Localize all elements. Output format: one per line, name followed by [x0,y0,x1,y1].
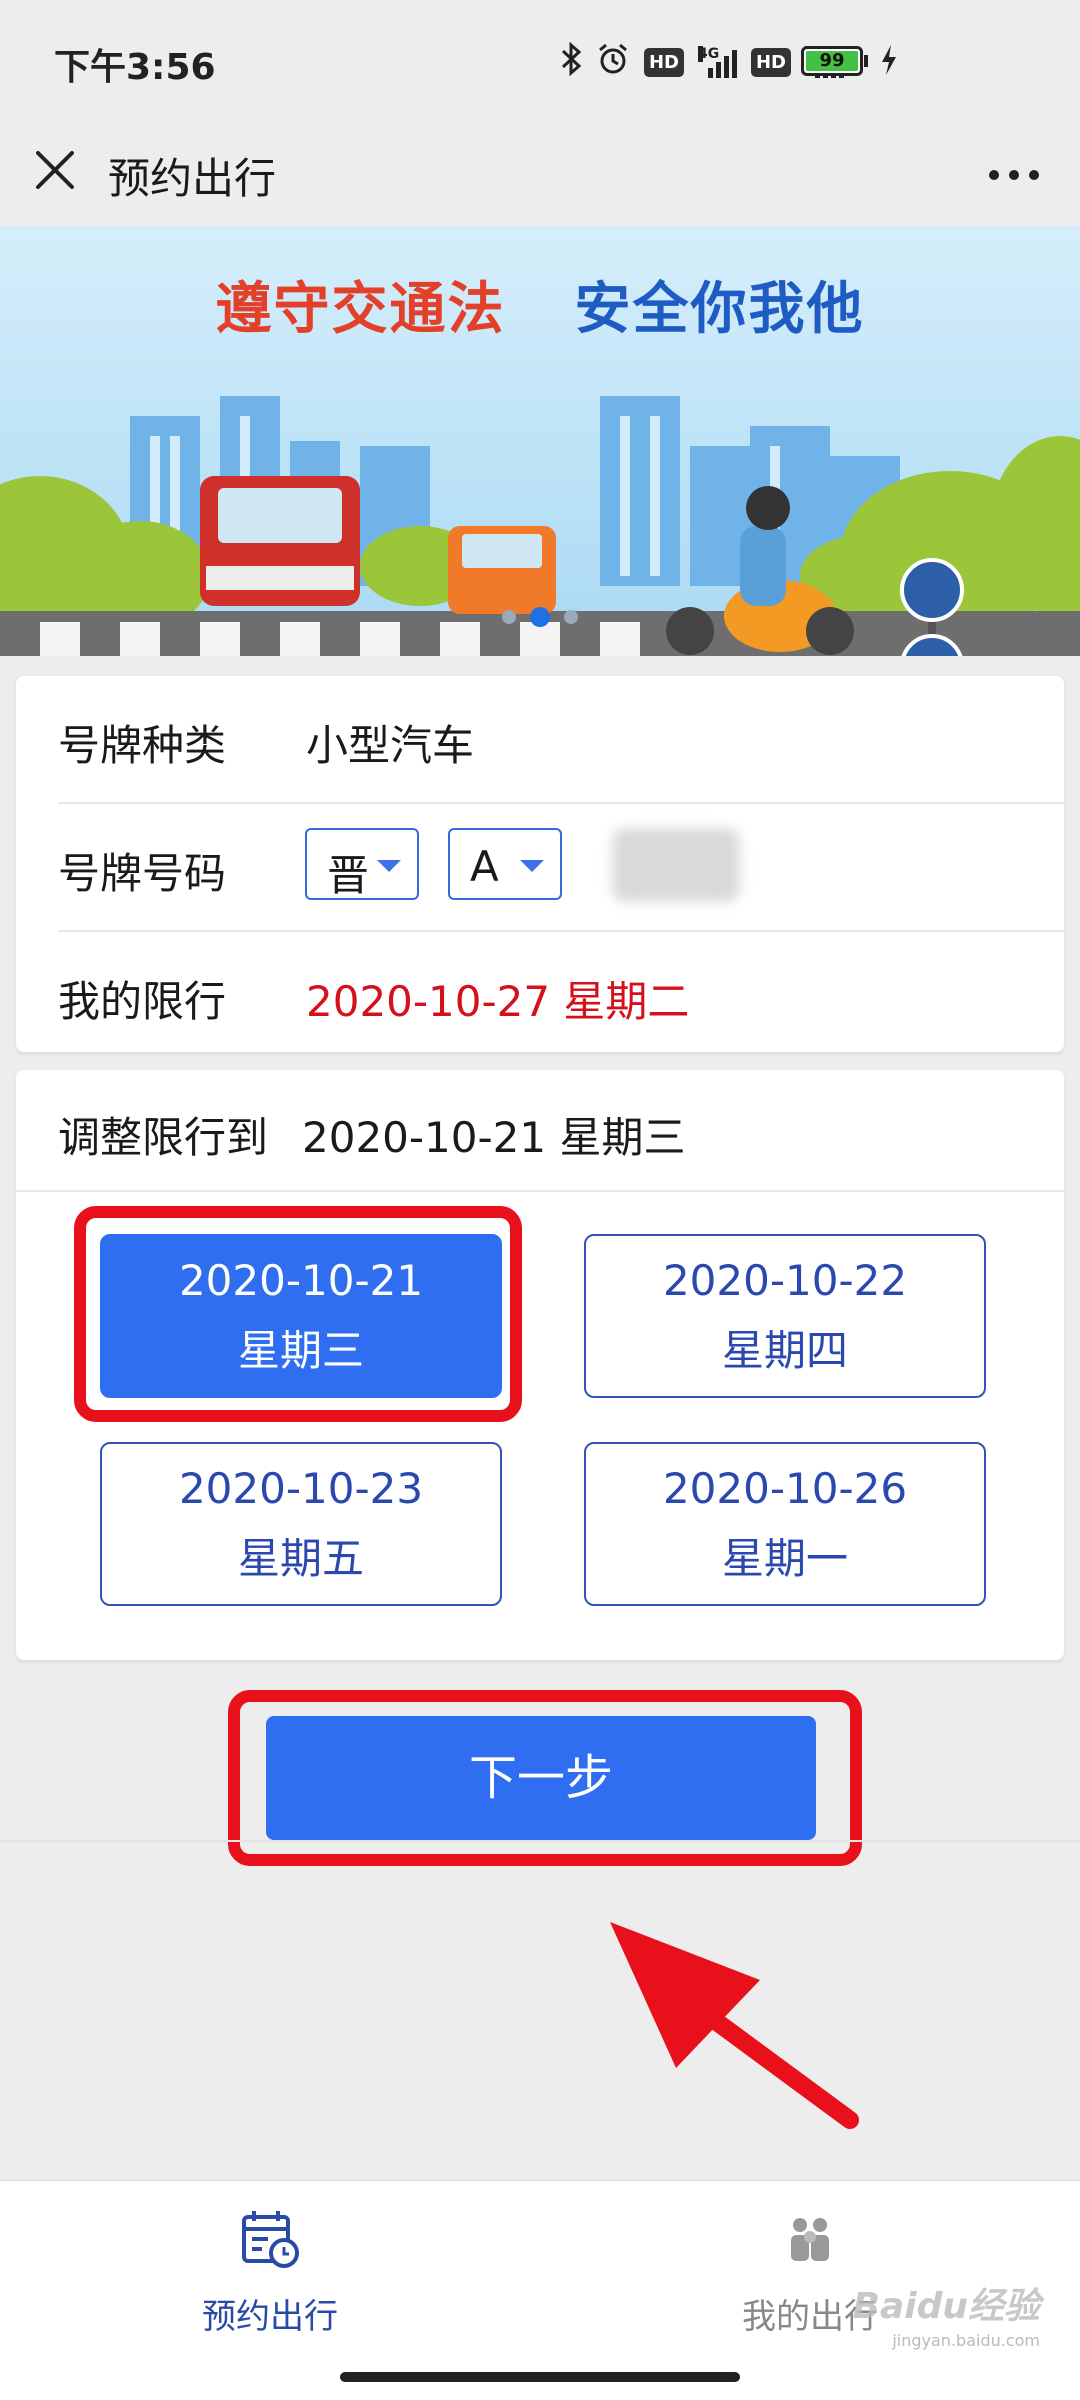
adjust-header: 调整限行到 2020-10-21 星期三 [58,1104,685,1165]
date-option-date: 2020-10-22 [662,1256,908,1305]
plate-type-value: 小型汽车 [306,721,475,770]
status-bar: 下午3:56 HD 4G HD 4G 99 [0,0,1080,125]
carousel-dot [502,610,516,624]
date-option-date: 2020-10-26 [662,1464,908,1513]
date-option-weekday: 星期五 [237,1534,364,1583]
adjust-label: 调整限行到 [58,1113,269,1162]
my-restriction-label: 我的限行 [58,977,227,1026]
divider [0,1840,1080,1842]
tab-reserve-trip[interactable]: 预约出行 [120,2207,420,2338]
battery-level: 99 [806,51,858,71]
bottom-tab-bar: 预约出行 我的出行 Baidu经验 jingyan.baidu.com [0,2180,1080,2400]
plate-number-label: 号牌号码 [58,849,227,898]
title-bar: 预约出行 [0,125,1080,225]
hd-badge: HD [643,47,684,77]
letter-select[interactable]: A [448,828,562,900]
annotation-arrow-icon [590,1900,870,2140]
hd-badge: HD [750,47,791,77]
date-option-3[interactable]: 2020-10-23 星期五 [100,1442,502,1606]
letter-select-value: A [470,842,499,891]
adjust-value: 2020-10-21 星期三 [302,1113,686,1162]
province-select[interactable]: 晋 [305,828,419,900]
date-option-date: 2020-10-23 [178,1464,424,1513]
vehicle-info-card: 号牌种类 小型汽车 号牌号码 晋 A 我的限行 2020-10-27 星期二 [16,676,1064,1052]
watermark-logo: Baidu经验 [852,2286,1040,2327]
date-option-4[interactable]: 2020-10-26 星期一 [584,1442,986,1606]
date-option-2[interactable]: 2020-10-22 星期四 [584,1234,986,1398]
banner-slogan: 遵守交通法 安全你我他 [215,277,865,342]
my-restriction-value: 2020-10-27 星期二 [306,977,690,1026]
dropdown-caret-icon [520,860,544,872]
plate-number-input-blurred[interactable] [612,828,740,902]
carousel-dot [564,610,578,624]
tab-label: 预约出行 [202,2297,338,2337]
promo-banner[interactable]: 遵守交通法 安全你我他 [0,226,1080,656]
divider [16,1190,1064,1192]
watermark-url: jingyan.baidu.com [892,2331,1040,2350]
carousel-indicator [0,607,1080,627]
alarm-icon [596,42,630,82]
more-options-icon[interactable] [984,155,1044,195]
home-indicator[interactable] [340,2372,740,2382]
signal-icon: 4G [697,46,737,78]
plate-type-row: 号牌种类 小型汽车 [58,676,1064,804]
close-icon[interactable] [30,145,80,195]
calendar-clock-icon [238,2207,302,2271]
bluetooth-icon [560,41,582,82]
status-time: 下午3:56 [54,47,216,88]
dropdown-caret-icon [377,860,401,872]
plate-type-label: 号牌种类 [58,721,227,770]
my-restriction-row: 我的限行 2020-10-27 星期二 [58,932,1064,1052]
carousel-dot-active [530,607,550,627]
page-title: 预约出行 [108,154,277,203]
annotation-highlight-date [74,1206,522,1422]
date-option-weekday: 星期一 [721,1534,848,1583]
battery-icon: 99 [801,46,868,76]
date-option-weekday: 星期四 [721,1326,848,1375]
charging-icon [880,44,898,84]
province-select-value: 晋 [327,851,370,900]
people-icon [778,2207,842,2271]
